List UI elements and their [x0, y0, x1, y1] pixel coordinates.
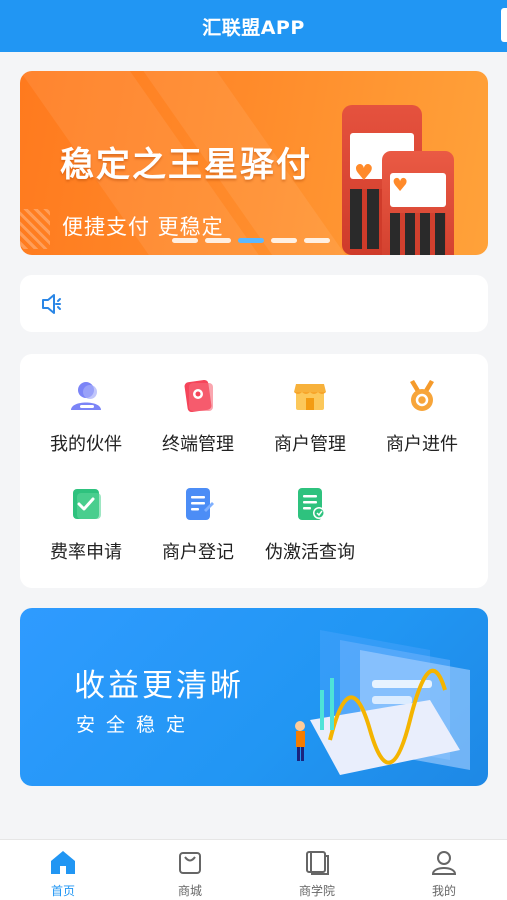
tab-label: 我的	[431, 884, 456, 898]
carousel-dot-active[interactable]	[238, 238, 264, 243]
bottom-tab-bar: 首页 商城 商学院 我的	[0, 839, 507, 900]
partner-icon	[71, 382, 101, 410]
menu-item-label: 商户进件	[386, 434, 458, 455]
earnings-promo-banner[interactable]: 收益更清晰 安全稳定	[20, 608, 488, 786]
tab-mine[interactable]: 我的	[381, 840, 507, 900]
tab-label: 首页	[50, 884, 75, 898]
banner-decoration	[20, 209, 50, 249]
menu-item-my-partners[interactable]: 我的伙伴	[30, 378, 142, 468]
banner-title: 稳定之王星驿付	[60, 145, 312, 185]
menu-item-label: 伪激活查询	[265, 542, 355, 563]
terminal-icon	[184, 379, 213, 413]
banner-subtitle: 便捷支付 更稳定	[62, 215, 224, 239]
menu-item-label: 终端管理	[162, 434, 234, 455]
rate-check-icon	[73, 489, 101, 519]
menu-item-label: 费率申请	[50, 542, 122, 563]
promo-carousel-banner[interactable]: ♥ ♥ 稳定之王星驿付 便捷支付 更稳定	[20, 71, 488, 255]
menu-item-label: 我的伙伴	[50, 434, 122, 455]
menu-item-rate-application[interactable]: 费率申请	[30, 486, 142, 576]
user-icon	[431, 851, 457, 875]
carousel-dot[interactable]	[205, 238, 231, 243]
app-title: 汇联盟APP	[202, 16, 305, 39]
carousel-dot[interactable]	[172, 238, 198, 243]
feature-menu-grid: 我的伙伴 终端管理 商户管理 商户进件 费率申请 商户登记 伪激活查询	[20, 354, 488, 588]
notice-bar[interactable]	[20, 275, 488, 332]
menu-item-label: 商户管理	[274, 434, 346, 455]
tab-business-school[interactable]: 商学院	[254, 840, 380, 900]
carousel-dot[interactable]	[304, 238, 330, 243]
tab-label: 商学院	[298, 884, 335, 898]
shopping-bag-icon	[179, 852, 201, 874]
menu-item-merchant-registration[interactable]: 商户登记	[142, 486, 254, 576]
menu-item-merchant-management[interactable]: 商户管理	[254, 378, 366, 468]
book-icon	[306, 851, 329, 875]
speaker-icon	[42, 294, 61, 314]
shop-icon	[294, 384, 326, 410]
menu-item-label: 商户登记	[162, 542, 234, 563]
medal-icon	[410, 380, 434, 411]
register-doc-icon	[186, 488, 214, 520]
menu-item-terminal-management[interactable]: 终端管理	[142, 378, 254, 468]
menu-item-fake-activation-query[interactable]: 伪激活查询	[254, 486, 366, 576]
app-header: 汇联盟APP	[0, 0, 507, 52]
pos-terminal-image	[382, 151, 454, 255]
tab-label: 商城	[177, 884, 202, 898]
menu-item-merchant-onboarding[interactable]: 商户进件	[366, 378, 478, 468]
promo-subtitle: 安全稳定	[76, 714, 197, 736]
brand-heart-icon: ♥	[354, 161, 374, 186]
home-icon	[51, 851, 75, 874]
analytics-illustration	[295, 630, 470, 775]
carousel-indicator	[172, 238, 330, 243]
carousel-dot[interactable]	[271, 238, 297, 243]
query-doc-icon	[298, 488, 325, 520]
brand-heart-icon: ♥	[392, 175, 409, 196]
tab-home[interactable]: 首页	[0, 840, 126, 900]
promo-title: 收益更清晰	[74, 668, 244, 704]
header-edge-handle	[501, 8, 507, 42]
tab-mall[interactable]: 商城	[127, 840, 253, 900]
